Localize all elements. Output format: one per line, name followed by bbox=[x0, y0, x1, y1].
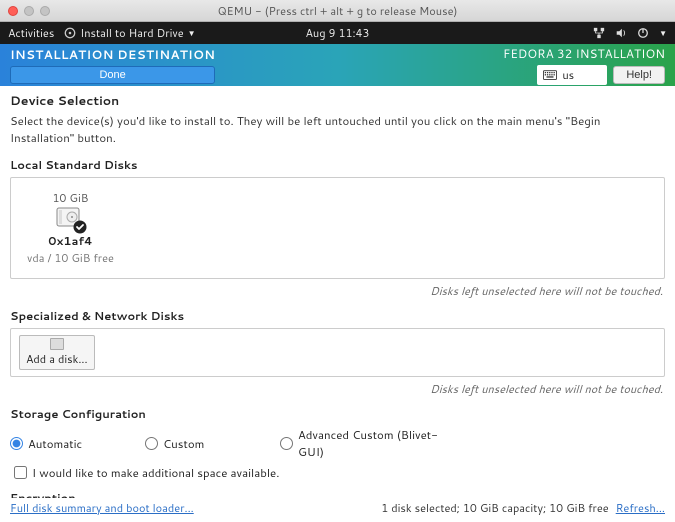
radio-automatic-label: Automatic bbox=[28, 435, 82, 452]
disk-icon-wrap bbox=[56, 207, 84, 231]
radio-custom-label: Custom bbox=[163, 435, 204, 452]
keyboard-layout-label: us bbox=[562, 67, 574, 83]
done-button[interactable]: Done bbox=[10, 66, 215, 84]
network-disks-frame: Add a disk... bbox=[10, 328, 665, 377]
system-status-area[interactable]: ▼ bbox=[593, 27, 667, 39]
installer-icon bbox=[64, 27, 76, 39]
disk-model: 0x1af4 bbox=[48, 232, 92, 249]
encryption-label: Encryption bbox=[10, 489, 665, 498]
help-button[interactable]: Help! bbox=[613, 66, 665, 84]
network-disks-note: Disks left unselected here will not be t… bbox=[10, 381, 663, 397]
disk-status: 1 disk selected; 10 GiB capacity; 10 GiB… bbox=[381, 500, 608, 516]
anaconda-header: INSTALLATION DESTINATION Done FEDORA 32 … bbox=[0, 44, 675, 86]
local-disks-note: Disks left unselected here will not be t… bbox=[10, 283, 663, 299]
device-selection-caption: Select the device(s) you'd like to insta… bbox=[10, 112, 665, 146]
radio-advanced[interactable]: Advanced Custom (Blivet-GUI) bbox=[280, 426, 460, 460]
disk-icon bbox=[50, 338, 64, 350]
local-disks-label: Local Standard Disks bbox=[10, 156, 665, 173]
gnome-top-bar: Activities Install to Hard Drive ▼ Aug 9… bbox=[0, 22, 675, 44]
network-disks-label: Specialized & Network Disks bbox=[10, 307, 665, 324]
product-label: FEDORA 32 INSTALLATION bbox=[503, 45, 665, 62]
window-title: QEMU - (Press ctrl + alt + g to release … bbox=[0, 3, 675, 19]
chevron-down-icon: ▼ bbox=[188, 27, 196, 39]
app-menu-label: Install to Hard Drive bbox=[80, 25, 183, 41]
footer: Full disk summary and boot loader... 1 d… bbox=[0, 498, 675, 522]
footer-right: 1 disk selected; 10 GiB capacity; 10 GiB… bbox=[381, 500, 665, 516]
power-icon bbox=[637, 27, 649, 39]
radio-custom-input[interactable] bbox=[145, 437, 158, 450]
disk-size: 10 GiB bbox=[52, 190, 88, 206]
add-disk-button[interactable]: Add a disk... bbox=[19, 335, 95, 370]
add-disk-label: Add a disk... bbox=[26, 351, 88, 367]
page-title: INSTALLATION DESTINATION bbox=[10, 46, 215, 63]
check-icon bbox=[73, 220, 87, 234]
app-menu[interactable]: Install to Hard Drive ▼ bbox=[64, 25, 195, 41]
activities-button[interactable]: Activities bbox=[8, 25, 54, 41]
device-selection-heading: Device Selection bbox=[10, 92, 665, 110]
radio-custom[interactable]: Custom bbox=[145, 426, 280, 460]
volume-icon bbox=[615, 27, 627, 39]
storage-config-label: Storage Configuration bbox=[10, 405, 665, 422]
reclaim-space-input[interactable] bbox=[14, 466, 27, 479]
reclaim-space-label: I would like to make additional space av… bbox=[32, 464, 279, 481]
macos-titlebar: QEMU - (Press ctrl + alt + g to release … bbox=[0, 0, 675, 22]
refresh-link[interactable]: Refresh... bbox=[616, 500, 665, 516]
reclaim-space-checkbox[interactable]: I would like to make additional space av… bbox=[14, 464, 665, 481]
chevron-down-icon: ▼ bbox=[659, 27, 667, 39]
radio-advanced-input[interactable] bbox=[280, 437, 293, 450]
keyboard-icon bbox=[543, 70, 557, 80]
radio-automatic[interactable]: Automatic bbox=[10, 426, 145, 460]
radio-advanced-label: Advanced Custom (Blivet-GUI) bbox=[298, 426, 460, 460]
disk-sublabel: vda / 10 GiB free bbox=[27, 250, 114, 266]
disk-item-vda[interactable]: 10 GiB 0x1af4 vda / 10 GiB free bbox=[21, 188, 120, 268]
radio-automatic-input[interactable] bbox=[10, 437, 23, 450]
storage-config-options: Automatic Custom Advanced Custom (Blivet… bbox=[10, 426, 665, 460]
network-icon bbox=[593, 27, 605, 39]
keyboard-layout-indicator[interactable]: us bbox=[537, 65, 607, 85]
full-disk-summary-link[interactable]: Full disk summary and boot loader... bbox=[10, 500, 194, 516]
local-disks-frame: 10 GiB 0x1af4 vda / 10 GiB free bbox=[10, 177, 665, 279]
main-content: Device Selection Select the device(s) yo… bbox=[0, 86, 675, 498]
